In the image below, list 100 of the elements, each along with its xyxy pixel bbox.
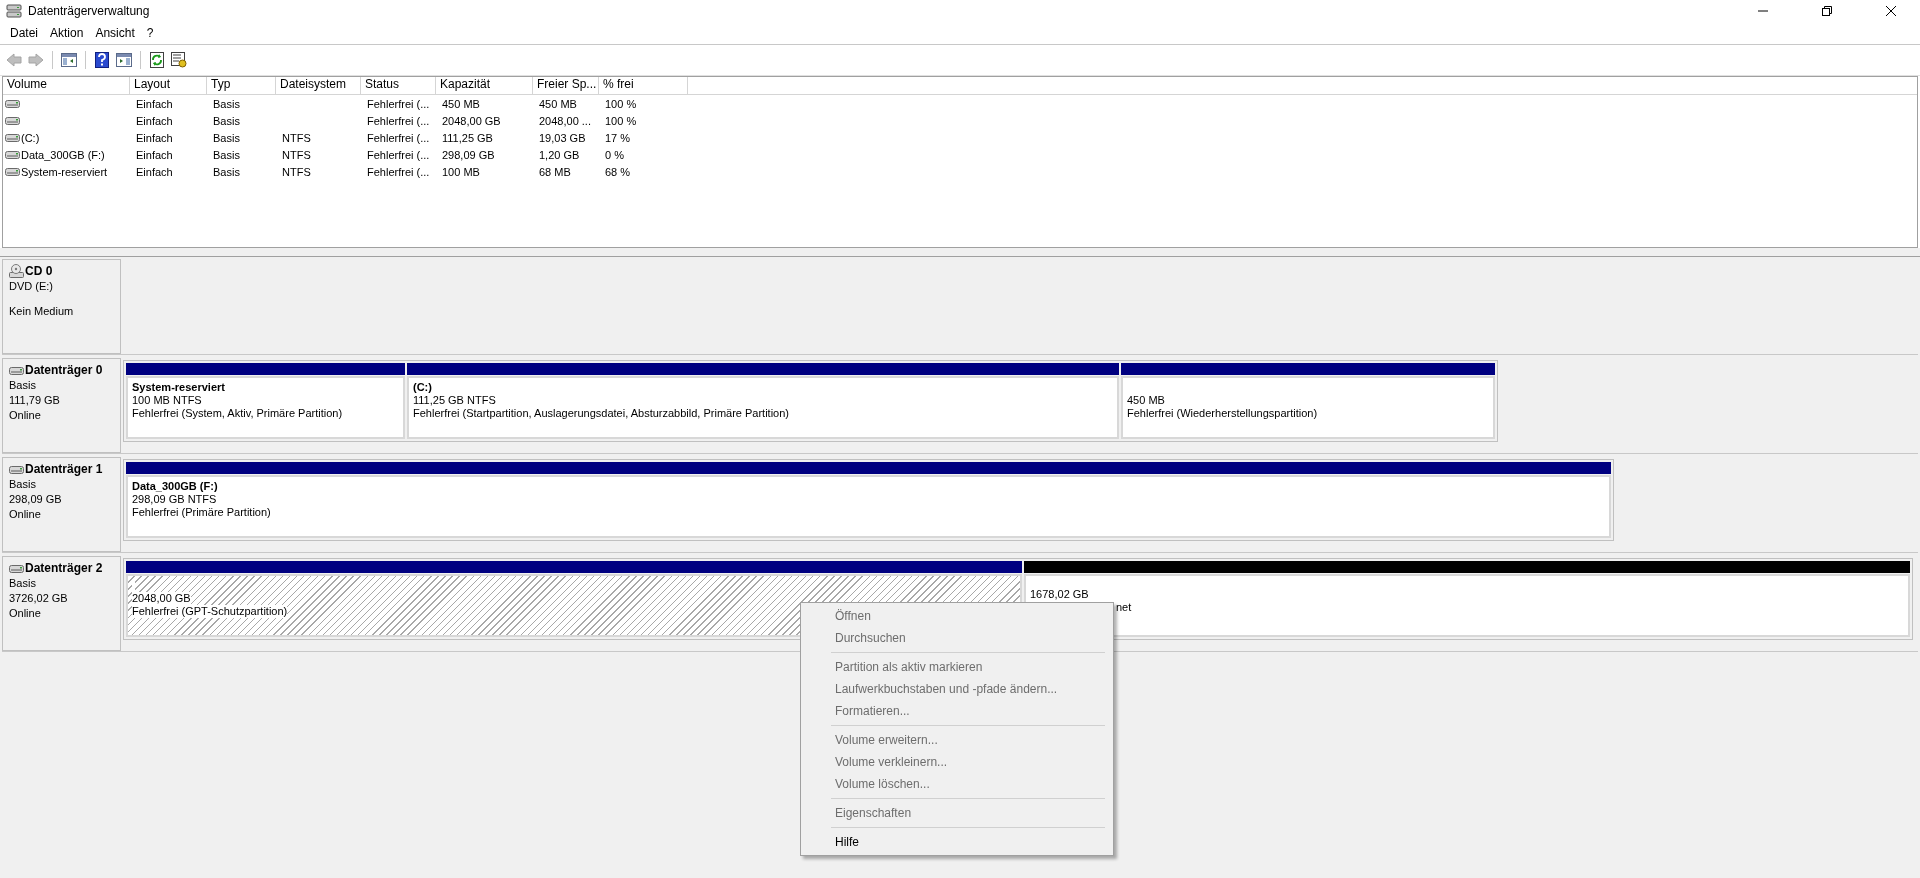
menu-item[interactable]: ?: [140, 26, 160, 40]
disk-type: Basis: [9, 378, 37, 393]
drive-icon: [5, 149, 20, 160]
restore-icon[interactable]: [1822, 6, 1832, 16]
disk-status: Online: [9, 606, 42, 621]
close-icon[interactable]: [1886, 6, 1896, 16]
table-cell: Einfach: [136, 165, 173, 178]
column-header[interactable]: Volume: [3, 77, 130, 94]
table-cell: 68 MB: [539, 165, 571, 178]
partition-status: Fehlerfrei (GPT-Schutzpartition): [132, 605, 288, 618]
table-cell: NTFS: [282, 148, 311, 161]
partition-name: (C:): [413, 381, 432, 394]
disk-type: Basis: [9, 576, 37, 591]
window-title: Datenträgerverwaltung: [28, 4, 151, 18]
partition-size: 298,09 GB NTFS: [132, 493, 217, 506]
disk-size: 111,79 GB: [9, 393, 61, 408]
table-cell: Basis: [213, 165, 240, 178]
partition-size: 2048,00 GB: [132, 592, 191, 605]
column-header[interactable]: Typ: [207, 77, 276, 94]
table-cell: Einfach: [136, 114, 173, 127]
partition-block[interactable]: 450 MB Fehlerfrei (Wiederherstellungspartition): [1121, 376, 1495, 439]
table-cell: 100 MB: [442, 165, 480, 178]
disk-name: Datenträger 1: [25, 462, 103, 477]
disk-name: Datenträger 0: [25, 363, 103, 378]
table-cell: Fehlerfrei (...: [367, 131, 430, 144]
disk-status: Online: [9, 507, 42, 522]
partition-status: Fehlerfrei (Primäre Partition): [132, 506, 271, 519]
table-cell: Basis: [213, 114, 240, 127]
properties-icon[interactable]: [169, 50, 189, 70]
drive-icon: [5, 132, 20, 143]
partition-status: Fehlerfrei (Wiederherstellungspartition): [1127, 407, 1318, 420]
table-cell: Einfach: [136, 97, 173, 110]
menu-item[interactable]: Ansicht: [89, 26, 141, 40]
drive-icon: [9, 563, 24, 574]
drive-icon: [5, 115, 20, 126]
disk-name: Datenträger 2: [25, 561, 103, 576]
table-cell: Fehlerfrei (...: [367, 148, 430, 161]
partition-block[interactable]: Data_300GB (F:) 298,09 GB NTFS Fehlerfrei (Primäre Partition): [126, 475, 1611, 538]
table-cell: Fehlerfrei (...: [367, 165, 430, 178]
table-cell: Basis: [213, 148, 240, 161]
table-cell: 100 %: [605, 97, 637, 110]
volume-name: Data_300GB (F:): [21, 147, 105, 162]
partition-block[interactable]: (C:) 111,25 GB NTFS Fehlerfrei (Startpartition, Auslagerungsdatei, Absturzabbild, Primäre Partition): [407, 376, 1119, 439]
partition-status: Fehlerfrei (System, Aktiv, Primäre Partition): [132, 407, 343, 420]
table-cell: Fehlerfrei (...: [367, 97, 430, 110]
table-cell: NTFS: [282, 131, 311, 144]
table-cell: 2048,00 ...: [539, 114, 591, 127]
partition-name: Data_300GB (F:): [132, 480, 218, 493]
menu-item[interactable]: Aktion: [44, 26, 90, 40]
disk-status: Kein Medium: [9, 304, 75, 319]
disk-status: Online: [9, 408, 42, 423]
menu-item[interactable]: Datei: [4, 26, 44, 40]
table-cell: 450 MB: [539, 97, 577, 110]
column-header[interactable]: Freier Sp...: [533, 77, 599, 94]
column-header[interactable]: % frei: [599, 77, 688, 94]
partition-block[interactable]: System-reserviert 100 MB NTFS Fehlerfrei (System, Aktiv, Primäre Partition): [126, 376, 405, 439]
table-cell: Basis: [213, 131, 240, 144]
partition-status: net: [1116, 601, 1132, 614]
volume-name: (C:): [21, 130, 40, 145]
table-cell: Einfach: [136, 148, 173, 161]
table-cell: 17 %: [605, 131, 631, 144]
partition-status: Fehlerfrei (Startpartition, Auslagerungsdatei, Absturzabbild, Primäre Partition): [413, 407, 789, 420]
drive-icon: [9, 365, 24, 376]
cd-drive-icon: [9, 264, 24, 279]
actionpane-icon[interactable]: [114, 50, 134, 70]
table-cell: Fehlerfrei (...: [367, 114, 430, 127]
disk-size: 3726,02 GB: [9, 591, 69, 606]
column-header[interactable]: Status: [361, 77, 436, 94]
drive-icon: [9, 464, 24, 475]
table-cell: Basis: [213, 97, 240, 110]
table-cell: 1,20 GB: [539, 148, 580, 161]
table-cell: NTFS: [282, 165, 311, 178]
help-icon[interactable]: [92, 50, 112, 70]
volume-name: System-reserviert: [21, 164, 108, 179]
table-cell: 100 %: [605, 114, 637, 127]
table-cell: 2048,00 GB: [442, 114, 501, 127]
partition-name: System-reserviert: [132, 381, 225, 394]
disk-size: 298,09 GB: [9, 492, 63, 507]
column-header[interactable]: Kapazität: [436, 77, 533, 94]
table-cell: 0 %: [605, 148, 624, 161]
disk-name: CD 0: [25, 264, 53, 279]
disk-type: Basis: [9, 477, 37, 492]
table-cell: Einfach: [136, 131, 173, 144]
table-cell: 68 %: [605, 165, 631, 178]
app-icon: [6, 3, 22, 19]
tree-icon[interactable]: [59, 50, 79, 70]
partition-block[interactable]: 1678,02 GB net: [1024, 574, 1910, 637]
menu-entry[interactable]: Hilfe: [801, 831, 1113, 853]
column-header[interactable]: Layout: [130, 77, 207, 94]
table-cell: 298,09 GB: [442, 148, 495, 161]
drive-icon: [5, 166, 20, 177]
table-cell: 19,03 GB: [539, 131, 586, 144]
drive-icon: [5, 98, 20, 109]
table-cell: 450 MB: [442, 97, 480, 110]
column-header[interactable]: Dateisystem: [276, 77, 361, 94]
refresh-icon[interactable]: [147, 50, 167, 70]
partition-size: 111,25 GB NTFS: [413, 394, 496, 407]
partition-size: 450 MB: [1127, 394, 1165, 407]
disk-type: DVD (E:): [9, 279, 54, 294]
table-cell: 111,25 GB: [442, 131, 493, 144]
